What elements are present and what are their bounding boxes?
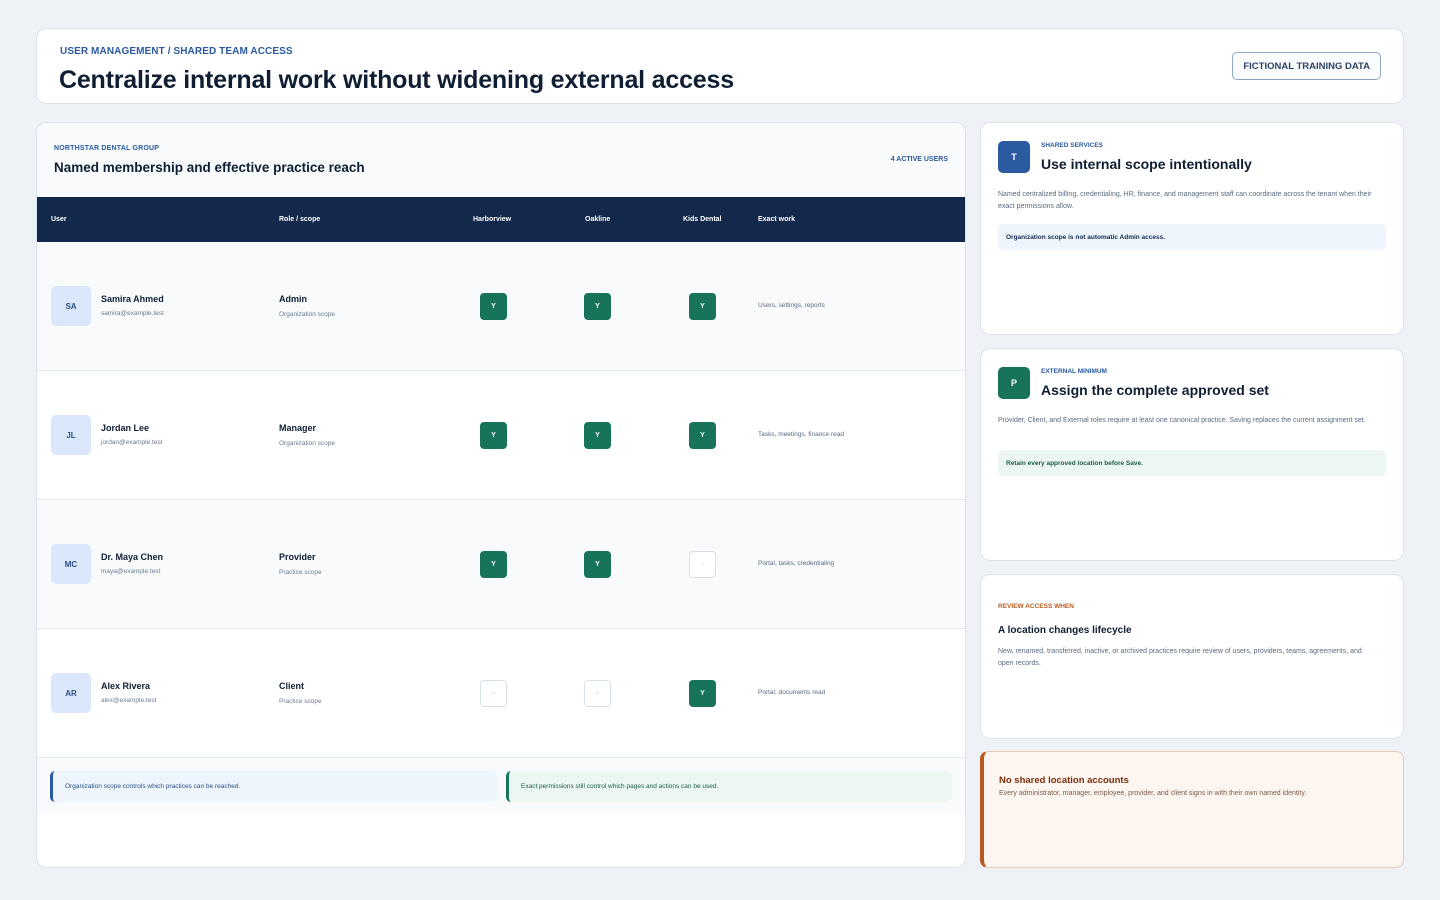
warning-title: No shared location accounts [999,775,1129,786]
no-shared-accounts-warning: No shared location accounts Every admini… [980,751,1404,868]
user-scope: Organization scope [279,311,336,318]
user-role: Admin [279,294,307,304]
user-role: Provider [279,552,316,562]
user-email: samira@example.test [101,310,164,317]
avatar: SA [51,286,91,326]
exact-work: Users, settings, reports [758,302,825,309]
table-footer: Organization scope controls which practi… [37,758,965,814]
user-name[interactable]: Dr. Maya Chen [101,552,163,562]
page-title: Centralize internal work without widenin… [59,66,734,94]
access-cell-oakline[interactable]: Y [584,551,611,578]
access-cell-harborview[interactable]: Y [480,551,507,578]
training-data-badge: FICTIONAL TRAINING DATA [1232,52,1381,80]
breadcrumb[interactable]: USER MANAGEMENT / SHARED TEAM ACCESS [60,46,293,57]
user-email: maya@example.test [101,568,161,575]
exact-work: Portal, tasks, credentialing [758,560,835,567]
access-cell-harborview[interactable]: Y [480,293,507,320]
avatar: AR [51,673,91,713]
active-users-count: 4 ACTIVE USERS [890,156,948,163]
column-header-exact-work[interactable]: Exact work [758,216,795,223]
access-cell-kids-dental[interactable]: Y [689,422,716,449]
access-cell-kids-dental[interactable]: - [689,551,716,578]
card-description: Provider, Client, and External roles req… [998,417,1366,424]
table-row[interactable]: AR Alex Rivera alex@example.test Client … [37,629,965,758]
card-tip: Retain every approved location before Sa… [998,450,1386,476]
table-row[interactable]: JL Jordan Lee jordan@example.test Manage… [37,371,965,500]
user-email: alex@example.test [101,697,157,704]
external-minimum-card: P EXTERNAL MINIMUM Assign the complete a… [980,348,1404,561]
scope-note: Organization scope controls which practi… [50,771,497,802]
user-email: jordan@example.test [101,439,163,446]
user-scope: Practice scope [279,698,322,705]
access-cell-oakline[interactable]: Y [584,422,611,449]
user-scope: Practice scope [279,569,322,576]
access-cell-oakline[interactable]: - [584,680,611,707]
card-eyebrow: SHARED SERVICES [1041,142,1104,149]
card-description: Named centralized billing, credentialing… [998,191,1372,210]
card-tip: Organization scope is not automatic Admi… [998,224,1386,250]
table-row[interactable]: SA Samira Ahmed samira@example.test Admi… [37,242,965,371]
user-scope: Organization scope [279,440,336,447]
user-name[interactable]: Jordan Lee [101,423,149,433]
avatar: MC [51,544,91,584]
permissions-note: Exact permissions still control which pa… [506,771,952,802]
review-access-card: REVIEW ACCESS WHEN A location changes li… [980,574,1404,739]
panel-title: Named membership and effective practice … [54,160,365,175]
warning-description: Every administrator, manager, employee, … [999,790,1307,797]
access-cell-oakline[interactable]: Y [584,293,611,320]
column-header-kids-dental[interactable]: Kids Dental [683,216,722,223]
page-header: USER MANAGEMENT / SHARED TEAM ACCESS Cen… [36,28,1404,104]
user-role: Client [279,681,305,691]
card-eyebrow: REVIEW ACCESS WHEN [998,603,1074,610]
user-name[interactable]: Alex Rivera [101,681,150,691]
practice-icon: P [998,367,1030,399]
access-cell-kids-dental[interactable]: Y [689,680,716,707]
card-title: A location changes lifecycle [998,625,1132,636]
card-eyebrow: EXTERNAL MINIMUM [1041,368,1107,375]
access-cell-kids-dental[interactable]: Y [689,293,716,320]
exact-work: Portal, documents read [758,689,826,696]
avatar: JL [51,415,91,455]
card-title: Use internal scope intentionally [1041,156,1252,172]
team-icon: T [998,141,1030,173]
card-description: New, renamed, transferred, inactive, or … [998,648,1362,667]
shared-services-card: T SHARED SERVICES Use internal scope int… [980,122,1404,335]
card-title: Assign the complete approved set [1041,382,1269,398]
membership-panel: NORTHSTAR DENTAL GROUP Named membership … [36,122,966,868]
table-row[interactable]: MC Dr. Maya Chen maya@example.test Provi… [37,500,965,629]
panel-header: NORTHSTAR DENTAL GROUP Named membership … [37,123,965,197]
org-name: NORTHSTAR DENTAL GROUP [54,145,160,152]
user-name[interactable]: Samira Ahmed [101,294,164,304]
access-cell-harborview[interactable]: Y [480,422,507,449]
access-cell-harborview[interactable]: - [480,680,507,707]
table-header: User Role / scope Harborview Oakline Kid… [37,197,965,242]
column-header-role[interactable]: Role / scope [279,216,320,223]
column-header-harborview[interactable]: Harborview [473,216,511,223]
exact-work: Tasks, meetings, finance read [758,431,844,438]
user-role: Manager [279,423,317,433]
column-header-oakline[interactable]: Oakline [585,216,610,223]
column-header-user[interactable]: User [51,216,67,223]
